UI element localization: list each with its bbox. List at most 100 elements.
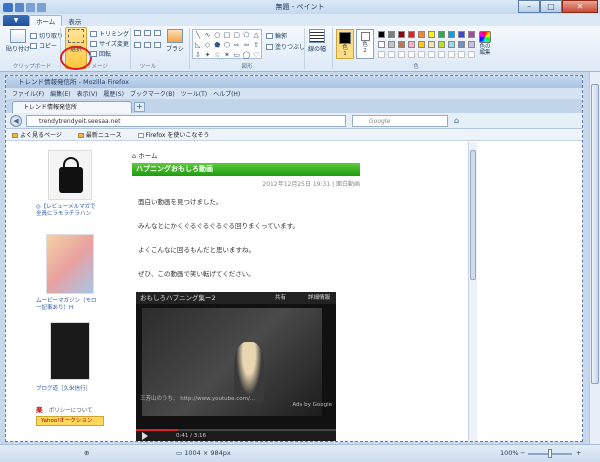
- palette-swatch[interactable]: [388, 41, 395, 48]
- fill-dropdown[interactable]: 塗りつぶし: [266, 42, 305, 51]
- size-button[interactable]: 線の幅: [308, 29, 326, 53]
- star6-shape-icon[interactable]: ✶: [222, 50, 232, 60]
- menu-history[interactable]: 履歴(S): [103, 89, 124, 98]
- home-icon[interactable]: ⌂: [454, 116, 463, 125]
- palette-swatch[interactable]: [408, 41, 415, 48]
- pencil-tool[interactable]: [134, 30, 143, 36]
- rakuten-policy-link[interactable]: ポリシーについて: [49, 408, 93, 414]
- palette-swatch[interactable]: [428, 31, 435, 38]
- arrow-down-shape-icon[interactable]: ⇩: [193, 50, 203, 60]
- triangle-shape-icon[interactable]: △: [251, 30, 261, 40]
- tab-home[interactable]: ホーム: [29, 15, 63, 26]
- home-link[interactable]: ⌂ ホーム: [132, 150, 158, 160]
- video-progress-bar[interactable]: [136, 429, 336, 431]
- oval-shape-icon[interactable]: ○: [212, 30, 222, 40]
- share-button[interactable]: 共有: [275, 292, 286, 304]
- edit-colors-button[interactable]: 色の 編集: [476, 29, 494, 59]
- brushes-button[interactable]: ブラシ: [166, 29, 184, 53]
- palette-custom-swatch[interactable]: [458, 51, 465, 58]
- palette-swatch[interactable]: [458, 31, 465, 38]
- shapes-gallery[interactable]: ╲ ∿ ○ □ ▢ ⬠ △ ◺ ◇ ⬟ ⬡ ⇨ ⇦ ⇧ ⇩ ✦ ☆ ✶ ▭ ◯ ♡: [192, 29, 262, 59]
- arrow-left-shape-icon[interactable]: ⇦: [242, 40, 252, 50]
- callout-rect-shape-icon[interactable]: ▭: [232, 50, 242, 60]
- zoom-in-button[interactable]: +: [576, 449, 581, 457]
- book-product-image[interactable]: [50, 322, 90, 380]
- more-info-button[interactable]: 詳細情報: [308, 292, 330, 304]
- palette-swatch[interactable]: [378, 31, 385, 38]
- zoom-slider-knob[interactable]: [548, 449, 552, 458]
- heart-shape-icon[interactable]: ♡: [251, 50, 261, 60]
- url-bar[interactable]: trendytrendyeit.seesaa.net: [26, 115, 346, 127]
- palette-swatch[interactable]: [418, 41, 425, 48]
- firefox-tab[interactable]: トレンド情報発信所: [12, 101, 132, 113]
- rectangle-shape-icon[interactable]: □: [222, 30, 232, 40]
- palette-swatch[interactable]: [468, 41, 475, 48]
- palette-custom-swatch[interactable]: [438, 51, 445, 58]
- bookmark-firefox[interactable]: Firefox を使いこなそう: [137, 130, 218, 139]
- polygon-shape-icon[interactable]: ⬠: [242, 30, 252, 40]
- palette-swatch[interactable]: [438, 41, 445, 48]
- cut-button[interactable]: 切り取り: [30, 31, 63, 40]
- menu-tools[interactable]: ツール(T): [181, 89, 207, 98]
- text-tool[interactable]: [154, 30, 163, 36]
- pentagon-shape-icon[interactable]: ⬟: [212, 40, 222, 50]
- palette-swatch[interactable]: [458, 41, 465, 48]
- right-triangle-shape-icon[interactable]: ◺: [193, 40, 203, 50]
- maximize-button[interactable]: □: [540, 0, 562, 13]
- search-box[interactable]: Google: [352, 115, 448, 127]
- menu-bookmarks[interactable]: ブックマーク(B): [130, 89, 175, 98]
- magazine-product-image[interactable]: [46, 234, 94, 294]
- palette-swatch[interactable]: [398, 41, 405, 48]
- palette-swatch[interactable]: [378, 41, 385, 48]
- post-title[interactable]: ハプニングおもしろ動画: [132, 163, 360, 176]
- outline-dropdown[interactable]: 輪郭: [266, 31, 287, 40]
- sidebar-item-text[interactable]: ◎【レビューメルマガで全員にラモラチラハン: [36, 204, 100, 218]
- palette-custom-swatch[interactable]: [408, 51, 415, 58]
- callout-oval-shape-icon[interactable]: ◯: [242, 50, 252, 60]
- crop-button[interactable]: トリミング: [90, 29, 129, 38]
- color-picker-tool[interactable]: [144, 42, 153, 48]
- palette-custom-swatch[interactable]: [428, 51, 435, 58]
- palette-custom-swatch[interactable]: [418, 51, 425, 58]
- menu-help[interactable]: ヘルプ(H): [213, 89, 240, 98]
- fill-tool[interactable]: [144, 30, 153, 36]
- resize-button[interactable]: サイズ変更: [90, 39, 129, 48]
- palette-swatch[interactable]: [438, 31, 445, 38]
- new-tab-button[interactable]: +: [134, 102, 145, 112]
- canvas[interactable]: トレンド情報発信所 - Mozilla Firefox ファイル(F) 編集(E…: [5, 75, 583, 442]
- close-button[interactable]: ✕: [562, 0, 598, 13]
- palette-swatch[interactable]: [428, 41, 435, 48]
- rounded-rect-shape-icon[interactable]: ▢: [232, 30, 242, 40]
- curve-shape-icon[interactable]: ∿: [203, 30, 213, 40]
- bookmark-news[interactable]: 最新ニュース: [77, 130, 130, 139]
- palette-custom-swatch[interactable]: [378, 51, 385, 58]
- youtube-video-player[interactable]: おもしろハプニング集ー2 共有 詳細情報 三芳山のうち、 http://www.…: [136, 292, 336, 441]
- hexagon-shape-icon[interactable]: ⬡: [222, 40, 232, 50]
- palette-swatch[interactable]: [398, 31, 405, 38]
- palette-swatch[interactable]: [408, 31, 415, 38]
- palette-custom-swatch[interactable]: [448, 51, 455, 58]
- zoom-out-button[interactable]: −: [520, 449, 525, 457]
- paste-button[interactable]: 貼り付け: [6, 29, 30, 53]
- bookmark-frequent[interactable]: よく見るページ: [12, 130, 70, 139]
- color1-button[interactable]: 色 1: [336, 29, 354, 59]
- palette-custom-swatch[interactable]: [388, 51, 395, 58]
- color2-button[interactable]: 色 2: [356, 29, 374, 59]
- eraser-tool[interactable]: [134, 42, 143, 48]
- menu-view[interactable]: 表示(V): [77, 89, 98, 98]
- yahoo-auction-banner[interactable]: Yahoo!オークション: [36, 416, 104, 426]
- palette-swatch[interactable]: [448, 41, 455, 48]
- tab-view[interactable]: 表示: [62, 15, 87, 26]
- palette-swatch[interactable]: [388, 31, 395, 38]
- palette-swatch[interactable]: [448, 31, 455, 38]
- arrow-up-shape-icon[interactable]: ⇧: [251, 40, 261, 50]
- palette-custom-swatch[interactable]: [398, 51, 405, 58]
- star5-shape-icon[interactable]: ☆: [212, 50, 222, 60]
- palette-custom-swatch[interactable]: [468, 51, 475, 58]
- play-icon[interactable]: [142, 432, 148, 440]
- line-shape-icon[interactable]: ╲: [193, 30, 203, 40]
- star4-shape-icon[interactable]: ✦: [203, 50, 213, 60]
- menu-file[interactable]: ファイル(F): [12, 89, 44, 98]
- sidebar-item-text[interactable]: ムービーマガジン（モロー記事あり）H: [36, 298, 100, 312]
- page-scrollbar[interactable]: [468, 142, 477, 441]
